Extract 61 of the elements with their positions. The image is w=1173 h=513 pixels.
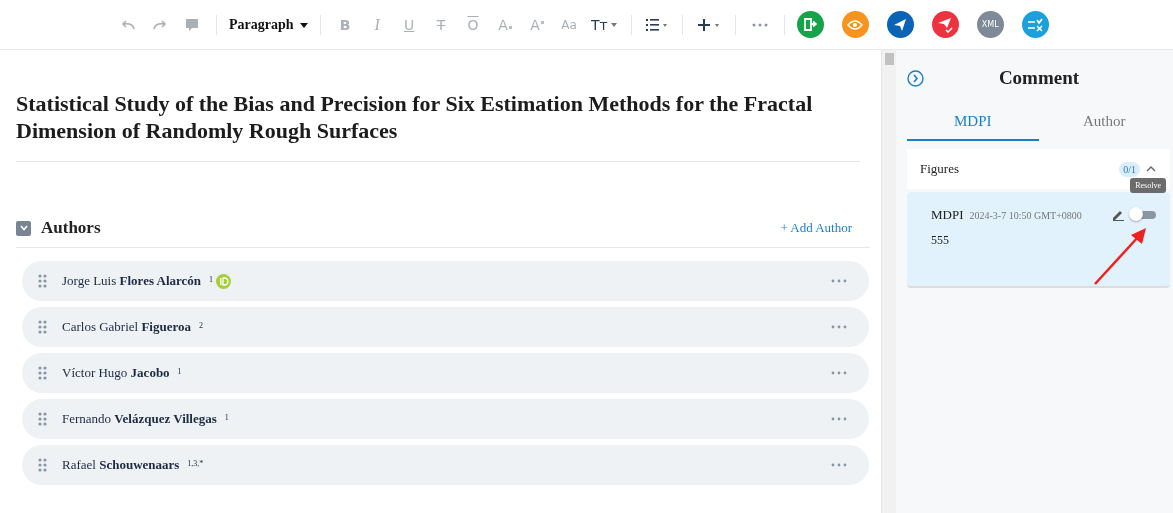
author-name: Rafael Schouwenaars — [62, 457, 180, 473]
drag-handle-icon[interactable] — [38, 366, 47, 380]
size-button[interactable]: Tт — [587, 10, 621, 39]
drag-handle-icon[interactable] — [38, 458, 47, 472]
author-row[interactable]: Fernando Velázquez Villegas 1 — [22, 399, 869, 439]
compare-icon[interactable] — [1027, 17, 1044, 32]
drag-handle-icon[interactable] — [38, 320, 47, 334]
list-icon[interactable] — [645, 18, 668, 31]
author-name: Jorge Luis Flores Alarcón — [62, 273, 202, 289]
more-icon[interactable] — [831, 325, 847, 329]
comment-time: 2024-3-7 10:50 GMT+0800 — [969, 209, 1082, 221]
affiliation-number: 2 — [199, 320, 203, 330]
affiliation-number: 1 — [209, 274, 214, 284]
scrollbar-thumb[interactable] — [884, 53, 894, 65]
collapse-panel-icon[interactable] — [907, 69, 924, 87]
affiliation-number: 1 — [177, 366, 182, 376]
add-author-link[interactable]: + Add Author — [780, 220, 852, 236]
annotation-arrow — [1093, 226, 1149, 286]
author-name: Carlos Gabriel Figueroa — [62, 319, 191, 335]
comment-author: MDPI — [931, 207, 964, 223]
author-row[interactable]: Carlos Gabriel Figueroa 2 — [22, 307, 869, 347]
pencil-icon[interactable] — [1112, 209, 1124, 221]
more-icon[interactable] — [751, 22, 768, 27]
author-row[interactable]: Jorge Luis Flores Alarcón 1 — [22, 261, 869, 301]
comment-count: 0/1 — [1119, 161, 1140, 177]
paper-plane-icon[interactable] — [893, 17, 908, 32]
author-name: Víctor Hugo Jacobo — [62, 365, 170, 381]
plus-icon[interactable] — [696, 17, 721, 32]
tab[interactable]: Author — [1038, 109, 1170, 141]
drag-handle-icon[interactable] — [38, 412, 47, 426]
affiliation-number: 1 — [224, 412, 229, 422]
author-name: Fernando Velázquez Villegas — [62, 411, 217, 427]
eye-button[interactable] — [841, 11, 869, 38]
document-icon[interactable] — [803, 17, 818, 32]
chevron-icon[interactable] — [1146, 166, 1156, 172]
eye-icon[interactable] — [847, 18, 864, 31]
more-icon[interactable] — [831, 417, 847, 421]
collapse-toggle[interactable] — [16, 220, 31, 236]
more-icon[interactable] — [831, 279, 847, 283]
affiliation-number: 1,3,* — [187, 458, 204, 468]
compare-button[interactable] — [1021, 11, 1049, 38]
tooltip: Resolve — [1130, 178, 1166, 193]
group-label: Figures — [920, 161, 959, 177]
tab[interactable]: MDPI — [907, 109, 1039, 141]
section-heading: Authors — [41, 218, 101, 238]
more-icon[interactable] — [831, 371, 847, 375]
send-check-button[interactable] — [931, 11, 959, 38]
orcid-icon[interactable] — [216, 273, 232, 289]
author-row[interactable]: Rafael Schouwenaars 1,3,* — [22, 445, 869, 485]
author-row[interactable]: Víctor Hugo Jacobo 1 — [22, 353, 869, 393]
comment-text: 555 — [931, 233, 950, 248]
drag-handle-icon[interactable] — [38, 274, 47, 288]
xml-button[interactable]: XML — [976, 11, 1004, 38]
paragraph-dropdown[interactable]: Paragraph — [225, 16, 313, 33]
more-icon[interactable] — [831, 463, 847, 467]
document-button[interactable] — [796, 11, 824, 38]
caret-icon[interactable] — [300, 22, 309, 28]
panel-title: Comment — [998, 67, 1080, 89]
document-title: Statistical Study of the Bias and Precision for Six Estimation Methods for the Fractal Dimension of Randomly Rough Surfaces — [16, 90, 814, 144]
paper-plane-check-icon[interactable] — [937, 16, 954, 33]
send-button[interactable] — [886, 11, 914, 38]
